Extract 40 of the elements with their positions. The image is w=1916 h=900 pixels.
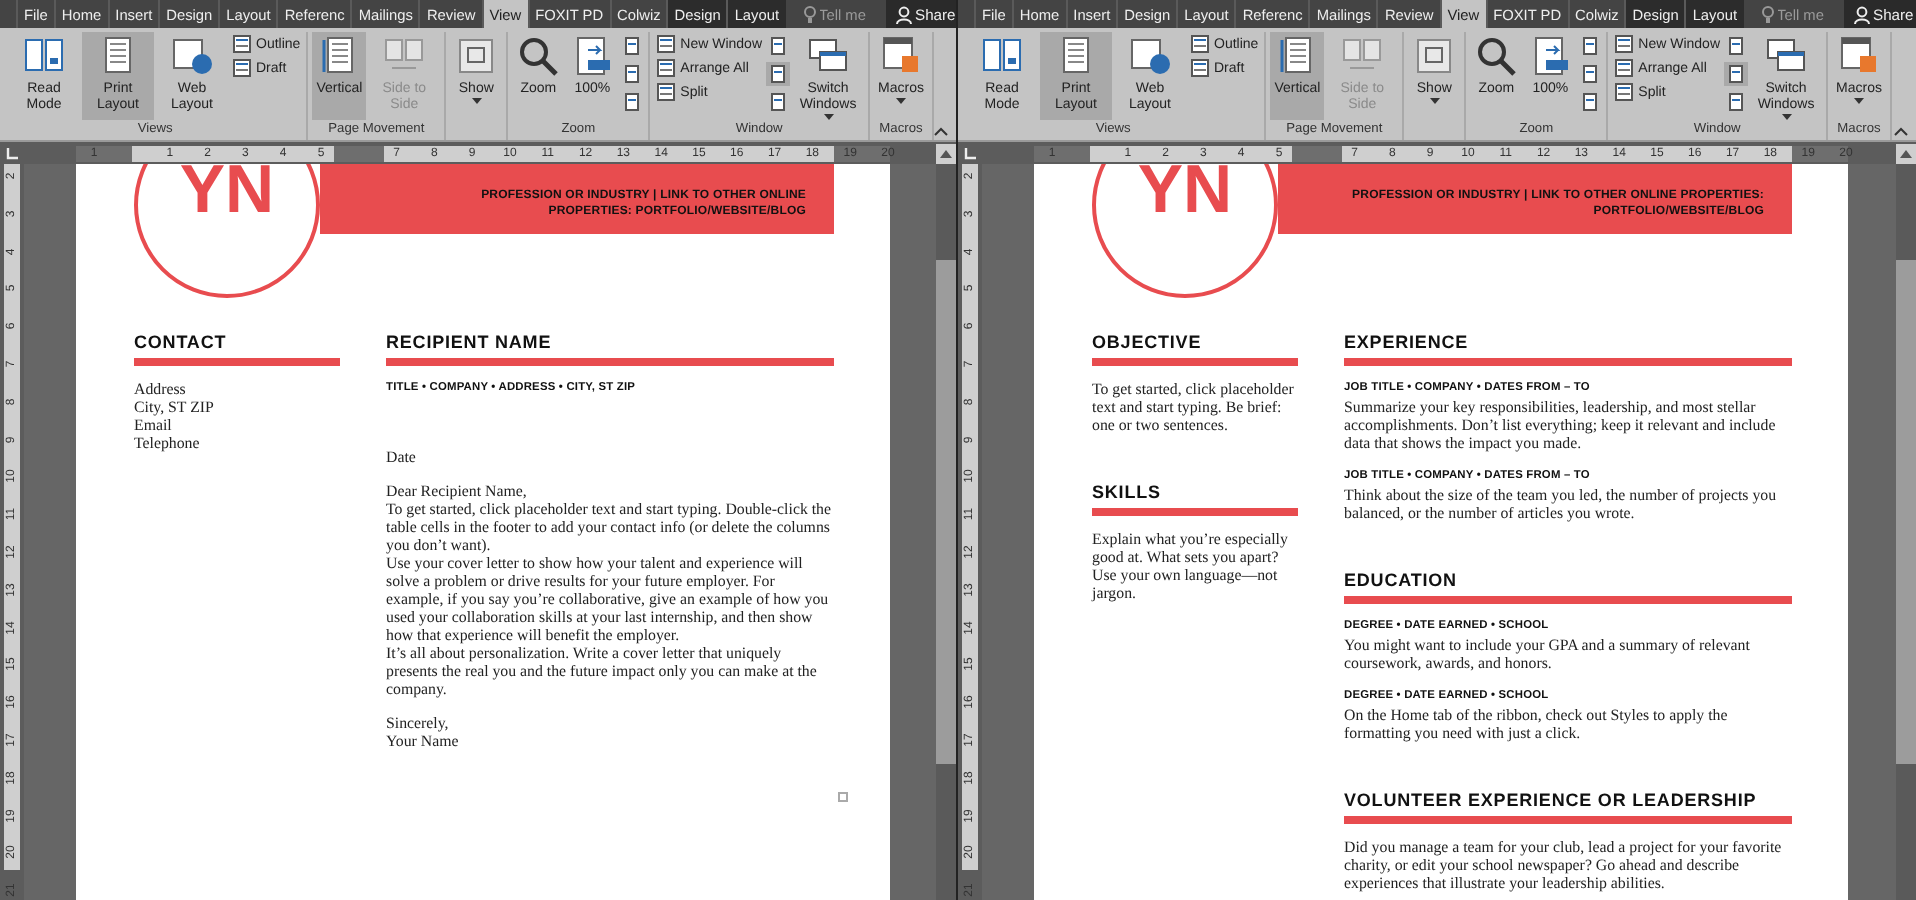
show-icon [454,34,499,78]
person-icon [895,5,912,23]
scroll-up-button[interactable] [1896,143,1916,163]
caret-icon [1781,114,1792,120]
tab-stop-icon [964,147,976,159]
collapse-icon[interactable] [934,126,948,136]
person-icon [1853,5,1870,23]
lightbulb-icon [803,5,816,23]
search-icon [516,34,561,78]
section-heading: OBJECTIVE [1092,332,1298,366]
search-icon [1474,34,1519,78]
scroll-up-button[interactable] [936,143,956,163]
section-heading: EXPERIENCE [1344,332,1792,366]
monogram: YN [1137,164,1233,223]
tab-stop-icon [6,147,18,159]
web-page-icon [1128,34,1172,78]
scrollbar-thumb[interactable] [936,260,956,764]
single-page-icon[interactable] [620,34,645,58]
caret-icon [823,114,834,120]
single-page-icon[interactable] [1578,34,1603,58]
macro-sheet-icon [878,34,923,78]
caret-icon [471,98,482,104]
end-mark-icon [838,792,848,802]
caret-icon [1429,98,1440,104]
scrollbar-thumb[interactable] [1896,260,1916,764]
collapse-icon[interactable] [1894,126,1908,136]
section-heading: EDUCATION [1344,570,1792,604]
web-page-icon [170,34,214,78]
section-heading: RECIPIENT NAME [386,332,834,366]
section-heading: CONTACT [134,332,340,366]
show-icon [1412,34,1457,78]
caret-icon [895,98,906,104]
section-heading: SKILLS [1092,482,1298,516]
section-heading: VOLUNTEER EXPERIENCE OR LEADERSHIP [1344,790,1792,824]
up-arrow-icon [940,149,952,157]
lightbulb-icon [1761,5,1774,23]
up-arrow-icon [1900,149,1912,157]
macro-sheet-icon [1836,34,1881,78]
caret-icon [1853,98,1864,104]
monogram: YN [179,164,275,223]
